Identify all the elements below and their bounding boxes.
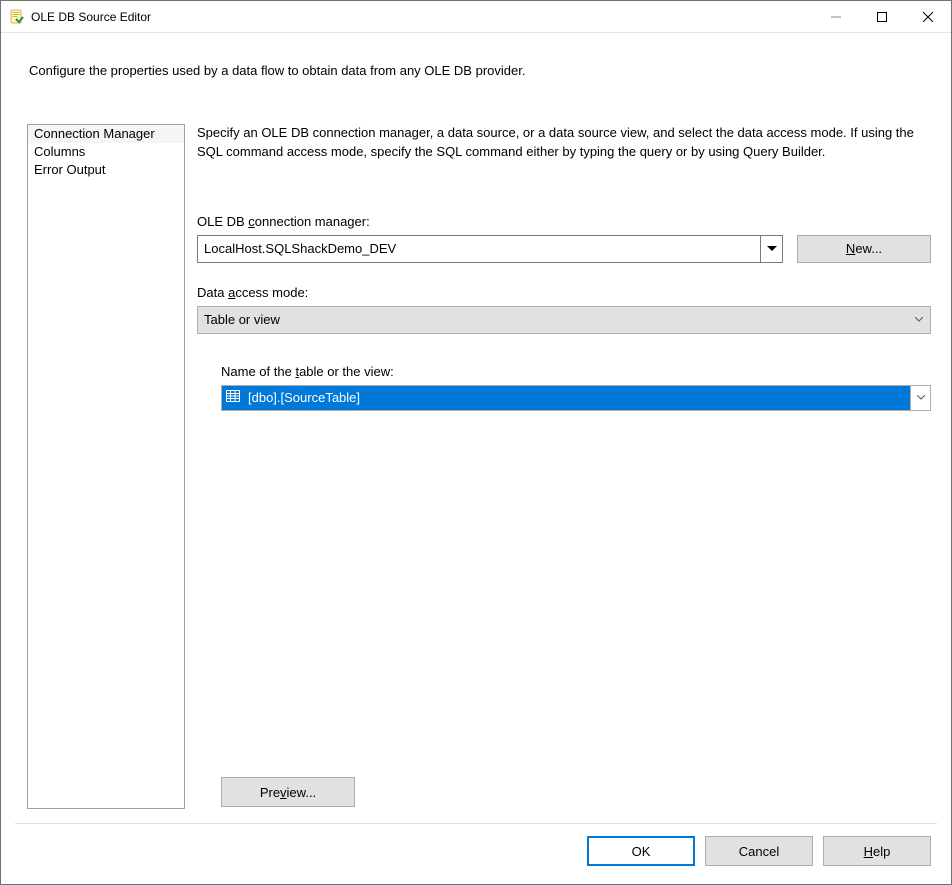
titlebar: OLE DB Source Editor (1, 1, 951, 33)
footer-buttons: OK Cancel Help (15, 836, 937, 870)
table-name-selected: [dbo].[SourceTable] (222, 386, 910, 410)
maximize-button[interactable] (859, 1, 905, 32)
chevron-down-icon[interactable] (908, 317, 930, 322)
access-mode-label: Data access mode: (197, 285, 931, 300)
ok-button[interactable]: OK (587, 836, 695, 866)
new-connection-button[interactable]: New... (797, 235, 931, 263)
help-button[interactable]: Help (823, 836, 931, 866)
app-icon (9, 9, 25, 25)
minimize-button[interactable] (813, 1, 859, 32)
titlebar-controls (813, 1, 951, 32)
panel-description: Specify an OLE DB connection manager, a … (197, 124, 931, 162)
table-icon (226, 390, 240, 405)
dialog-intro-text: Configure the properties used by a data … (15, 47, 937, 124)
chevron-down-icon[interactable] (910, 386, 930, 410)
dialog-body: Configure the properties used by a data … (1, 33, 951, 884)
main-content-row: Connection Manager Columns Error Output … (15, 124, 937, 809)
preview-button[interactable]: Preview... (221, 777, 355, 807)
footer-separator (15, 823, 937, 824)
table-name-label: Name of the table or the view: (221, 364, 931, 379)
nav-item-connection-manager[interactable]: Connection Manager (28, 125, 184, 143)
chevron-down-icon[interactable] (760, 236, 782, 262)
conn-manager-value: LocalHost.SQLShackDemo_DEV (198, 241, 760, 256)
nav-item-columns[interactable]: Columns (28, 143, 184, 161)
close-button[interactable] (905, 1, 951, 32)
cancel-button[interactable]: Cancel (705, 836, 813, 866)
access-mode-combo[interactable]: Table or view (197, 306, 931, 334)
table-name-combo[interactable]: [dbo].[SourceTable] (221, 385, 931, 411)
page-nav-list[interactable]: Connection Manager Columns Error Output (27, 124, 185, 809)
window-title: OLE DB Source Editor (31, 10, 813, 24)
conn-manager-label: OLE DB connection manager: (197, 214, 931, 229)
nav-item-error-output[interactable]: Error Output (28, 161, 184, 179)
conn-manager-combo[interactable]: LocalHost.SQLShackDemo_DEV (197, 235, 783, 263)
table-name-value: [dbo].[SourceTable] (248, 390, 360, 405)
dialog-window: OLE DB Source Editor Configure the prope… (0, 0, 952, 885)
connection-manager-panel: Specify an OLE DB connection manager, a … (197, 124, 937, 809)
access-mode-value: Table or view (198, 312, 908, 327)
